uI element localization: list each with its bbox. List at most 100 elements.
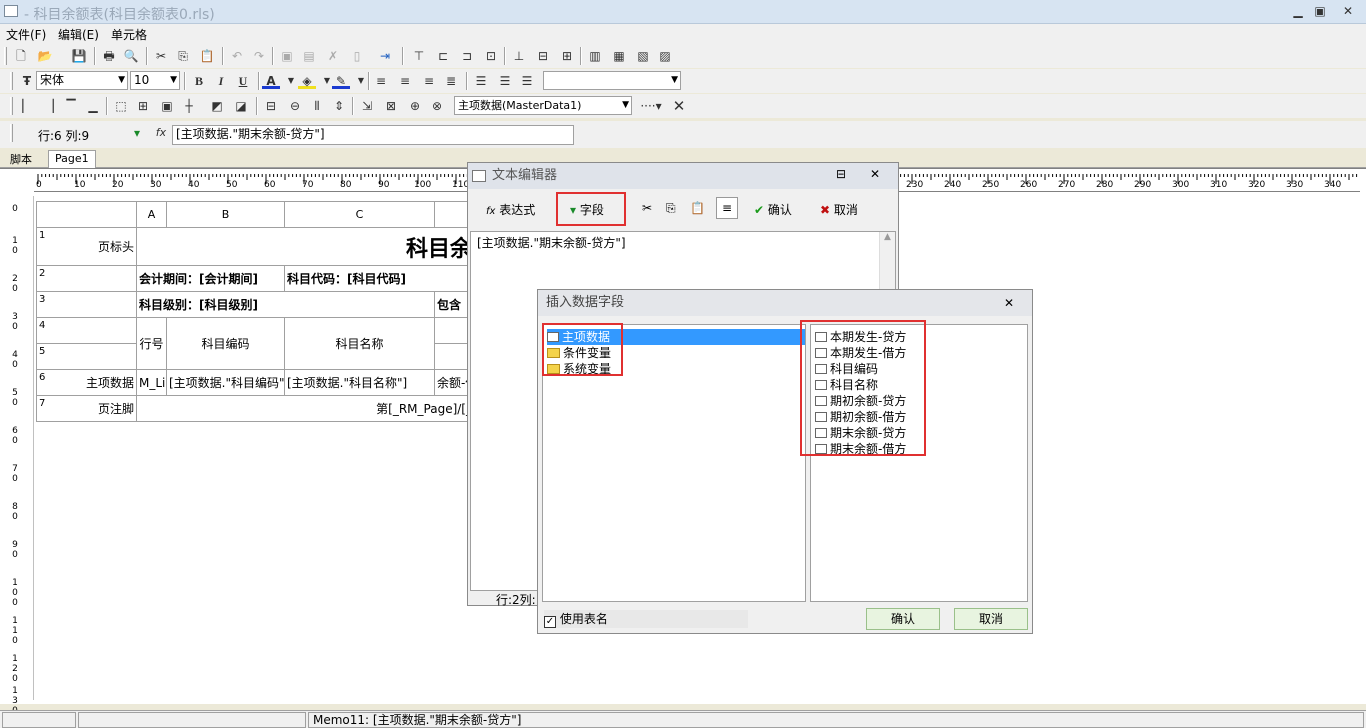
size-height-icon[interactable]: ▦ — [610, 48, 628, 64]
bold-button[interactable]: B — [190, 73, 208, 89]
account-name-header-cell[interactable]: 科目名称 — [284, 317, 435, 370]
insert-ok-button[interactable]: 确认 — [866, 608, 940, 630]
delete-col-icon[interactable]: ⇕ — [330, 98, 348, 114]
close-icon[interactable]: ✕ — [1004, 296, 1014, 310]
copy-icon[interactable]: ⎘ — [666, 201, 676, 216]
size-fit-icon[interactable]: ▨ — [656, 48, 674, 64]
align-right-icon[interactable]: ⊐ — [458, 48, 476, 64]
editor-ok-button[interactable]: ✔ 确认 — [754, 201, 792, 218]
use-table-name-checkbox[interactable]: ✓ 使用表名 — [544, 610, 748, 628]
copy-icon[interactable]: ⎘ — [174, 48, 192, 64]
row-no-header-cell[interactable]: 行号 — [136, 317, 167, 370]
band-insert-icon[interactable]: ⊗ — [428, 98, 446, 114]
merge-icon[interactable]: ⇲ — [358, 98, 376, 114]
row-6-header[interactable]: 6 主项数据 — [36, 369, 137, 396]
account-code-cell[interactable]: 科目代码：[科目代码] — [284, 265, 475, 292]
account-code-data-cell[interactable]: [主项数据."科目编码"] — [166, 369, 285, 396]
row-7-header[interactable]: 7 页注脚 — [36, 395, 137, 422]
border-outer-icon[interactable]: ▣ — [158, 98, 176, 114]
tab-script[interactable]: 脚本 — [4, 150, 38, 168]
valign-middle-icon[interactable]: ☰ — [496, 73, 514, 89]
text-align-left-icon[interactable]: ≡ — [372, 73, 390, 89]
fx-icon[interactable]: fx — [152, 125, 170, 141]
line-no-cell[interactable]: M_Li — [136, 369, 167, 396]
row-1-header[interactable]: 1 页标头 — [36, 227, 137, 266]
close-button[interactable]: ✕ — [1340, 4, 1356, 18]
pen-color-icon[interactable]: ✎ — [332, 73, 350, 89]
text-align-right-icon[interactable]: ≡ — [420, 73, 438, 89]
insert-field-icon[interactable]: ▾ — [128, 125, 146, 141]
send-back-icon[interactable]: ▤ — [300, 48, 318, 64]
border-all-icon[interactable]: ⊞ — [134, 98, 152, 114]
split-icon[interactable]: ⊠ — [382, 98, 400, 114]
border-left-icon[interactable]: ▏ — [18, 98, 36, 114]
paste-icon[interactable]: 📋 — [198, 48, 216, 64]
account-code-header-cell[interactable]: 科目编码 — [166, 317, 285, 370]
open-icon[interactable]: 📂 — [36, 48, 54, 64]
align-left-icon[interactable]: ⊏ — [434, 48, 452, 64]
border-bottom-icon[interactable]: ▁ — [84, 98, 102, 114]
minimize-button[interactable]: ▁ — [1290, 4, 1306, 18]
insert-row-icon[interactable]: ⊟ — [262, 98, 280, 114]
size-both-icon[interactable]: ▧ — [634, 48, 652, 64]
page-footer-cell[interactable]: 第[_RM_Page]/[_ — [136, 395, 475, 422]
editor-cancel-button[interactable]: ✖ 取消 — [820, 201, 858, 218]
align-grid-icon[interactable]: ⊤ — [410, 48, 428, 64]
border-top-icon[interactable]: ▔ — [62, 98, 80, 114]
insert-col-icon[interactable]: ⫴ — [308, 98, 326, 114]
diagonal-up-icon[interactable]: ◪ — [232, 98, 250, 114]
paste-icon[interactable]: 📋 — [690, 201, 705, 215]
restore-icon[interactable]: ⊟ — [836, 167, 846, 181]
insert-cancel-button[interactable]: 取消 — [954, 608, 1028, 630]
redo-icon[interactable]: ↷ — [250, 48, 268, 64]
diagonal-down-icon[interactable]: ◩ — [208, 98, 226, 114]
page-icon[interactable]: ▯ — [348, 48, 366, 64]
maximize-button[interactable]: ▣ — [1312, 4, 1328, 18]
border-none-icon[interactable]: ⬚ — [112, 98, 130, 114]
style-combo[interactable]: ▼ — [543, 71, 681, 90]
band-combo[interactable]: 主项数据(MasterData1) ▼ — [454, 96, 632, 115]
line-style-icon[interactable]: ····▾ — [636, 98, 666, 114]
expression-button[interactable]: fx 表达式 — [486, 201, 535, 218]
cut-icon[interactable]: ✂ — [152, 48, 170, 64]
align-center-icon[interactable]: ⊡ — [482, 48, 500, 64]
toolbar-grip[interactable] — [10, 72, 13, 90]
text-justify-icon[interactable]: ≣ — [442, 73, 460, 89]
underline-button[interactable]: U — [234, 73, 252, 89]
new-icon[interactable]: 🗋 — [12, 48, 30, 64]
align-middle-icon[interactable]: ⊟ — [534, 48, 552, 64]
column-header-c[interactable]: C — [284, 201, 435, 228]
word-wrap-icon[interactable]: ≡ — [716, 197, 738, 219]
column-header-a[interactable]: A — [136, 201, 167, 228]
delete-row-icon[interactable]: ⊖ — [286, 98, 304, 114]
menu-file[interactable]: 文件(F) — [6, 26, 46, 43]
font-color-icon[interactable]: A — [262, 73, 280, 89]
period-cell[interactable]: 会计期间：[会计期间] — [136, 265, 285, 292]
border-inner-icon[interactable]: ┼ — [180, 98, 198, 114]
text-align-center-icon[interactable]: ≡ — [396, 73, 414, 89]
align-top-icon[interactable]: ⊥ — [510, 48, 528, 64]
cut-icon[interactable]: ✂ — [642, 201, 652, 215]
valign-top-icon[interactable]: ☰ — [472, 73, 490, 89]
row-2-header[interactable]: 2 — [36, 265, 137, 292]
close-icon[interactable]: ✕ — [870, 167, 880, 181]
report-grid[interactable]: A B C 1 页标头 科目余 2 会计期间：[会计期间] 科目代码：[科目代码]… — [36, 201, 475, 422]
row-3-header[interactable]: 3 — [36, 291, 137, 318]
italic-button[interactable]: I — [212, 73, 230, 89]
fill-color-icon[interactable]: ◈ — [298, 73, 316, 89]
report-title-cell[interactable]: 科目余 — [136, 227, 475, 266]
menu-cell[interactable]: 单元格 — [111, 26, 147, 43]
column-header-b[interactable]: B — [166, 201, 285, 228]
preview-icon[interactable]: 🔍 — [122, 48, 140, 64]
formula-input[interactable]: [主项数据."期末余额-贷方"] — [172, 125, 574, 145]
font-size-combo[interactable]: 10 ▼ — [130, 71, 180, 90]
font-name-combo[interactable]: 宋体 ▼ — [36, 71, 128, 90]
delete-icon[interactable]: ✗ — [324, 48, 342, 64]
row-5-header[interactable]: 5 — [36, 343, 137, 370]
exit-icon[interactable]: ⇥ — [376, 48, 394, 64]
print-icon[interactable]: 🖶 — [100, 48, 118, 64]
border-right-icon[interactable]: ▕ — [40, 98, 58, 114]
row-4-header[interactable]: 4 — [36, 317, 137, 344]
toolbar-grip[interactable] — [4, 47, 7, 65]
save-icon[interactable]: 💾 — [70, 48, 88, 64]
